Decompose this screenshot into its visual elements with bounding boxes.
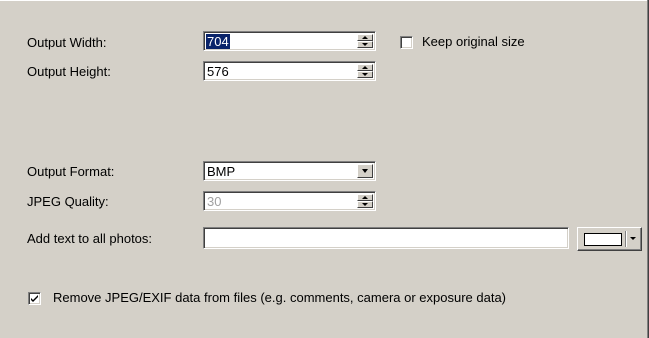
output-height-decrement-button[interactable] [357, 71, 373, 78]
output-format-selected-value[interactable]: BMP [207, 164, 235, 179]
text-color-swatch [584, 233, 622, 246]
color-button-separator [625, 231, 626, 247]
output-height-value[interactable]: 576 [207, 64, 229, 79]
jpeg-quality-spin-buttons[interactable] [357, 194, 373, 208]
keep-original-size-label[interactable]: Keep original size [422, 34, 525, 49]
arrow-down-icon [362, 203, 368, 206]
output-settings-panel: Output Width: 704 Keep original size Out… [0, 0, 649, 338]
add-text-input[interactable] [203, 227, 569, 249]
output-height-spin-buttons[interactable] [357, 64, 373, 78]
output-height-label: Output Height: [27, 64, 111, 79]
arrow-down-icon [362, 43, 368, 46]
output-format-select[interactable]: BMP [203, 161, 376, 181]
output-width-spinner[interactable]: 704 [203, 31, 376, 51]
remove-exif-label[interactable]: Remove JPEG/EXIF data from files (e.g. c… [53, 290, 506, 305]
add-text-label: Add text to all photos: [27, 231, 153, 246]
panel-top-edge [0, 0, 649, 1]
jpeg-quality-increment-button[interactable] [357, 194, 373, 201]
checkmark-icon [31, 295, 38, 302]
arrow-up-icon [362, 196, 368, 199]
chevron-down-icon [362, 169, 368, 173]
jpeg-quality-decrement-button[interactable] [357, 201, 373, 208]
arrow-down-icon [362, 73, 368, 76]
jpeg-quality-value[interactable]: 30 [207, 194, 221, 209]
output-width-spin-buttons[interactable] [357, 34, 373, 48]
output-height-increment-button[interactable] [357, 64, 373, 71]
arrow-up-icon [362, 36, 368, 39]
arrow-up-icon [362, 66, 368, 69]
keep-original-size-checkbox[interactable] [400, 36, 413, 49]
jpeg-quality-spinner[interactable]: 30 [203, 191, 376, 211]
text-color-picker-button[interactable] [577, 227, 642, 251]
output-format-label: Output Format: [27, 164, 115, 179]
output-format-dropdown-button[interactable] [357, 164, 373, 178]
remove-exif-checkbox[interactable] [28, 292, 41, 305]
output-width-value[interactable]: 704 [206, 34, 230, 49]
output-height-spinner[interactable]: 576 [203, 61, 376, 81]
jpeg-quality-label: JPEG Quality: [27, 194, 109, 209]
output-width-increment-button[interactable] [357, 34, 373, 41]
chevron-down-icon [630, 237, 636, 240]
output-width-label: Output Width: [27, 35, 107, 50]
output-width-decrement-button[interactable] [357, 41, 373, 48]
